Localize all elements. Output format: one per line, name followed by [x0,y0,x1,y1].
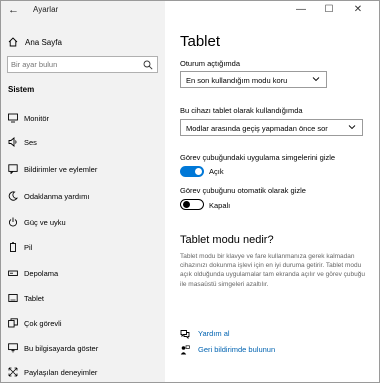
auto-hide-state: Kapalı [209,201,231,210]
monitor-icon [8,113,18,123]
tablet-use-dropdown-value: Modlar arasında geçiş yapmadan önce sor [186,124,328,133]
section-title: Tablet modu nedir? [180,234,274,246]
sidebar: ← Ayarlar Ana Sayfa Sistem Monitör [1,1,165,382]
main-content: Tablet Oturum açtığımda En son kullandığ… [165,19,379,382]
search-input[interactable] [11,58,139,71]
signin-dropdown-value: En son kullandığım modu koru [186,76,288,85]
sidebar-item-shared-experiences[interactable]: Paylaşılan deneyimler [1,361,165,383]
sidebar-item-label: Çok görevli [24,319,62,328]
sidebar-item-focus-assist[interactable]: Odaklanma yardımı [1,185,165,207]
home-icon [8,37,18,47]
settings-window: ← Ayarlar Ana Sayfa Sistem Monitör [0,0,380,383]
description-text: Tablet modu bir klavye ve fare kullanman… [180,253,365,288]
tablet-icon [8,294,18,302]
sidebar-item-label: Tablet [24,294,45,303]
page-title: Tablet [180,33,221,50]
signin-label: Oturum açtığımda [180,59,241,68]
power-icon [8,217,18,227]
feedback-link-label: Geri bildirimde bulunun [198,345,276,354]
back-arrow-icon[interactable]: ← [8,4,22,16]
sidebar-item-power-sleep[interactable]: Güç ve uyku [1,211,165,233]
minimize-button[interactable]: — [294,3,308,17]
storage-icon [8,270,18,276]
sidebar-item-label: Monitör [24,114,50,123]
sidebar-item-label: Güç ve uyku [24,218,66,227]
toggle-knob [195,168,202,175]
search-box[interactable] [7,56,158,73]
feedback-link[interactable]: Geri bildirimde bulunun [180,344,340,356]
auto-hide-toggle[interactable] [180,199,204,210]
help-link[interactable]: Yardım al [180,328,340,340]
battery-icon [10,242,16,252]
sidebar-item-sound[interactable]: Ses [1,131,165,153]
toggle-knob [182,201,190,208]
tablet-use-label: Bu cihazı tablet olarak kullandığımda [180,106,303,115]
home-label: Ana Sayfa [25,38,62,47]
sidebar-item-label: Paylaşılan deneyimler [24,368,98,377]
sidebar-item-notifications[interactable]: Bildirimler ve eylemler [1,158,165,180]
chat-help-icon [180,330,190,339]
hide-icons-label: Görev çubuğundaki uygulama simgelerini g… [180,153,336,162]
hide-icons-toggle[interactable] [180,166,204,177]
maximize-button[interactable]: ☐ [322,3,336,17]
sidebar-item-label: Ses [24,138,37,147]
shared-experiences-icon [8,367,18,377]
hide-icons-state: Açık [209,167,224,176]
chevron-down-icon [312,77,320,82]
sidebar-item-monitor[interactable]: Monitör [1,107,165,129]
moon-icon [8,191,18,201]
chevron-down-icon [348,125,356,130]
tablet-use-dropdown[interactable]: Modlar arasında geçiş yapmadan önce sor [180,119,363,136]
app-title: Ayarlar [33,5,59,14]
close-button[interactable]: ✕ [351,3,365,17]
sidebar-item-battery[interactable]: Pil [1,236,165,258]
help-link-label: Yardım al [198,329,230,338]
sidebar-item-label: Pil [24,243,33,252]
sidebar-item-label: Depolama [24,269,59,278]
multitasking-icon [8,318,18,328]
sidebar-item-label: Odaklanma yardımı [24,192,90,201]
feedback-person-icon [180,345,190,355]
speaker-icon [8,137,17,147]
sidebar-item-multitasking[interactable]: Çok görevli [1,312,165,334]
signin-dropdown[interactable]: En son kullandığım modu koru [180,71,327,88]
sidebar-item-tablet[interactable]: Tablet [1,287,165,309]
sidebar-item-label: Bu bilgisayarda göster [24,344,99,353]
project-icon [8,343,18,353]
auto-hide-label: Görev çubuğunu otomatik olarak gizle [180,186,306,195]
sidebar-item-project[interactable]: Bu bilgisayarda göster [1,337,165,359]
notifications-icon [8,164,18,174]
section-label-system: Sistem [8,85,35,94]
search-icon[interactable] [143,60,153,70]
sidebar-item-storage[interactable]: Depolama [1,262,165,284]
home-link[interactable]: Ana Sayfa [8,35,158,51]
sidebar-item-label: Bildirimler ve eylemler [24,165,98,174]
